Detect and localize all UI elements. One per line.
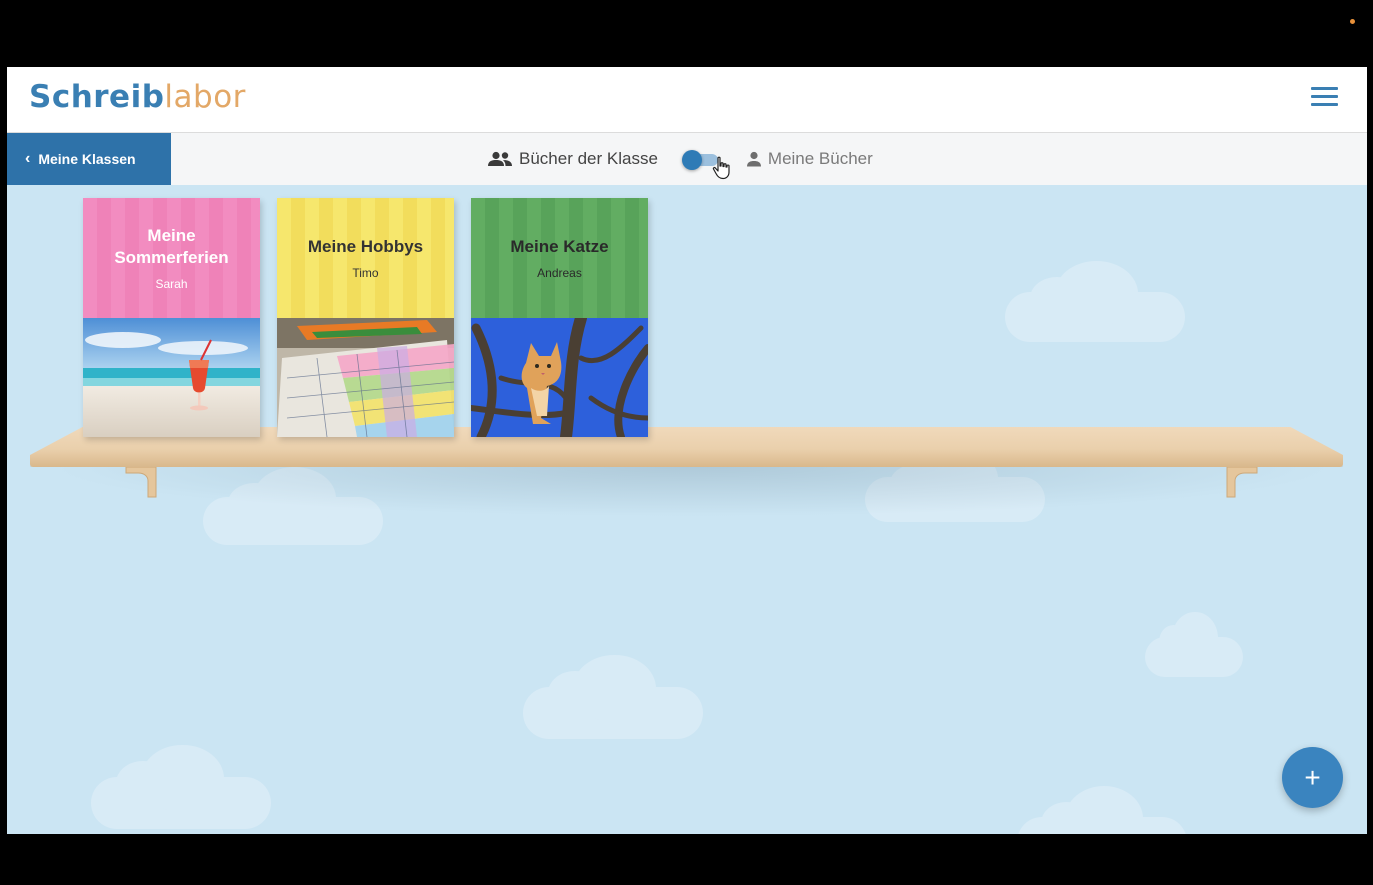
recording-indicator-dot — [1350, 19, 1355, 24]
book-cover-image-cat — [471, 318, 648, 437]
book-cover-header: Meine Sommerferien Sarah — [83, 198, 260, 318]
hamburger-menu-icon[interactable] — [1311, 87, 1339, 111]
class-books-label[interactable]: Bücher der Klasse — [519, 149, 658, 169]
book-cover-header: Meine Katze Andreas — [471, 198, 648, 318]
book-scope-switch[interactable] — [681, 150, 730, 180]
background-cloud — [1017, 786, 1187, 834]
back-to-classes-button[interactable]: ‹ Meine Klassen — [7, 133, 171, 185]
book-title: Meine Hobbys — [307, 237, 424, 256]
background-cloud — [91, 744, 271, 829]
hand-pointer-cursor-icon — [712, 156, 730, 180]
logo-text-schreib: Schreib — [29, 79, 165, 115]
add-book-button[interactable]: + — [1282, 747, 1343, 808]
background-cloud — [523, 654, 703, 739]
background-cloud — [1145, 612, 1243, 677]
book-author: Timo — [352, 266, 379, 280]
my-books-label[interactable]: Meine Bücher — [768, 149, 873, 169]
book-title: Meine Katze — [510, 237, 609, 256]
book-card[interactable]: Meine Katze Andreas — [471, 198, 648, 437]
background-cloud — [1005, 261, 1185, 342]
bottom-letterbox — [0, 834, 1373, 885]
shelf-bracket-left — [125, 467, 157, 498]
book-card[interactable]: Meine Sommerferien Sarah — [83, 198, 260, 437]
book-card[interactable]: Meine Hobbys Timo — [277, 198, 454, 437]
switch-knob — [681, 150, 702, 170]
schreiblabor-logo[interactable]: Schreiblabor — [29, 79, 246, 115]
plus-icon: + — [1304, 761, 1321, 793]
book-author: Andreas — [537, 266, 582, 280]
book-title: Meine Sommerferien — [114, 226, 229, 267]
group-people-icon — [487, 151, 513, 167]
shelf-bracket-right — [1226, 467, 1258, 498]
book-cover-image-pencils — [277, 318, 454, 437]
back-button-label: Meine Klassen — [38, 151, 136, 167]
books-toolbar: ‹ Meine Klassen Bücher der Klasse Meine … — [7, 133, 1367, 185]
book-cover-image-beach — [83, 318, 260, 437]
top-letterbox — [0, 0, 1373, 67]
person-icon — [746, 151, 762, 167]
book-cover-header: Meine Hobbys Timo — [277, 198, 454, 318]
app-header: Schreiblabor — [7, 67, 1367, 133]
book-scope-toggle-group: Bücher der Klasse Meine Bücher — [487, 133, 873, 185]
book-author: Sarah — [155, 277, 188, 291]
logo-text-labor: labor — [164, 79, 246, 115]
app-window: Schreiblabor ‹ Meine Klassen Bücher der … — [7, 67, 1367, 834]
shelf-shadow — [47, 467, 1337, 517]
chevron-left-icon: ‹ — [25, 150, 31, 167]
